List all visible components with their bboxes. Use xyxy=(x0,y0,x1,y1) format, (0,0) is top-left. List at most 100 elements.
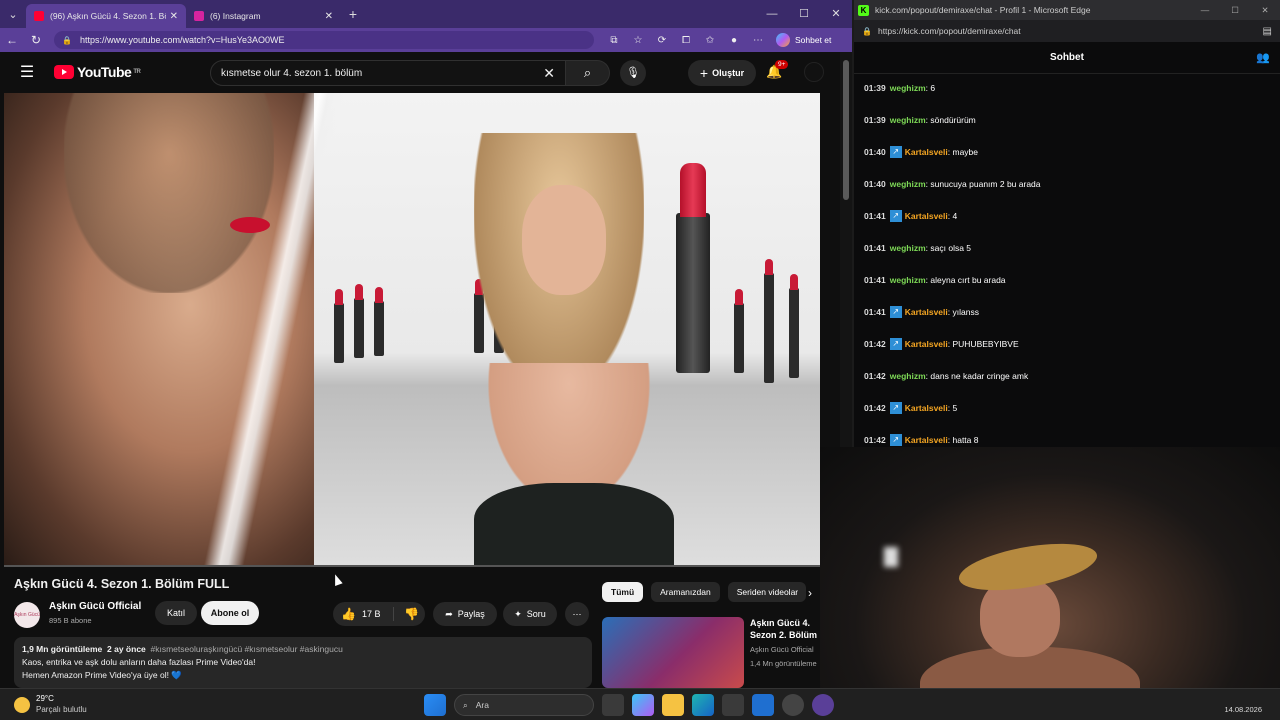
copilot-chat-button[interactable]: Sohbet et xyxy=(776,33,831,47)
new-tab-button[interactable]: + xyxy=(341,6,365,22)
extensions-icon[interactable]: ⟳ xyxy=(650,35,674,46)
recommended-video-title[interactable]: Aşkın Gücü 4. Sezon 2. Bölüm xyxy=(750,617,824,641)
description-box[interactable]: 1,9 Mn görüntüleme 2 ay önce #kısmetseol… xyxy=(14,637,592,688)
tab-list-dropdown-icon[interactable]: ⌄ xyxy=(0,0,26,28)
refresh-icon[interactable]: ↻ xyxy=(24,33,48,47)
youtube-favicon-icon xyxy=(34,11,44,21)
description-meta: 1,9 Mn görüntüleme 2 ay önce #kısmetseol… xyxy=(22,643,584,656)
message-username[interactable]: weghizm xyxy=(890,371,926,381)
share-icon: ➦ xyxy=(445,608,453,619)
join-button[interactable]: Katıl xyxy=(155,601,197,625)
app-icon[interactable] xyxy=(812,694,834,716)
video-frame-lips xyxy=(230,217,270,233)
edge-browser-icon[interactable] xyxy=(692,694,714,716)
like-dislike-group: 👍 17 B 👎 xyxy=(333,602,425,626)
ask-button[interactable]: ✦ Soru xyxy=(503,602,557,626)
close-tab-icon[interactable]: ✕ xyxy=(170,11,178,22)
lock-icon: 🔒 xyxy=(62,35,72,45)
chip-all[interactable]: Tümü xyxy=(602,582,644,602)
maximize-icon[interactable]: ☐ xyxy=(1220,5,1250,16)
maximize-icon[interactable]: ☐ xyxy=(788,0,820,28)
close-window-icon[interactable]: ✕ xyxy=(1250,5,1280,16)
message-text: 6 xyxy=(930,83,936,93)
message-username[interactable]: weghizm xyxy=(890,83,926,93)
account-avatar[interactable] xyxy=(804,62,824,82)
task-view-icon[interactable] xyxy=(602,694,624,716)
address-bar[interactable]: 🔒 https://kick.com/popout/demiraxe/chat … xyxy=(854,20,1280,42)
message-username[interactable]: weghizm xyxy=(890,275,926,285)
tab-instagram[interactable]: (6) Instagram ✕ xyxy=(186,4,341,28)
address-bar-icons: ⧉ ☆ ⟳ ⧠ ✩ ● ⋯ xyxy=(602,35,770,46)
message-username[interactable]: weghizm xyxy=(890,115,926,125)
message-username[interactable]: Kartalsveli xyxy=(905,307,948,317)
search-input[interactable]: kısmetse olur 4. sezon 1. bölüm ✕ xyxy=(210,60,566,86)
message-username[interactable]: weghizm xyxy=(890,243,926,253)
sparkle-icon: ✦ xyxy=(514,608,522,619)
subscriber-badge-icon: ↗ xyxy=(889,402,902,414)
back-icon[interactable]: ← xyxy=(0,33,24,47)
tab-title: (6) Instagram xyxy=(210,11,261,21)
message-username[interactable]: Kartalsveli xyxy=(905,339,948,349)
channel-name[interactable]: Aşkın Gücü Official xyxy=(49,601,141,612)
chip-from-search[interactable]: Aramanızdan xyxy=(651,582,720,602)
hashtags[interactable]: #kısmetseoluraşkıngücü #kısmetseolur #as… xyxy=(151,644,343,654)
lipstick-prop xyxy=(354,284,364,358)
message-time: 01:39 xyxy=(864,115,886,125)
favorites-icon[interactable]: ✩ xyxy=(698,35,722,46)
dislike-button[interactable]: 👎 xyxy=(393,607,419,621)
more-actions-button[interactable]: ⋯ xyxy=(565,602,589,626)
scrollbar-thumb[interactable] xyxy=(843,60,849,200)
message-username[interactable]: Kartalsveli xyxy=(905,147,948,157)
reader-icon[interactable]: ▤ xyxy=(1263,26,1272,37)
subscriber-badge-icon: ↗ xyxy=(889,338,902,350)
profile-icon[interactable]: ● xyxy=(722,35,746,46)
menu-icon[interactable]: ☰ xyxy=(0,62,54,82)
description-line-2: Hemen Amazon Prime Video'ya üye ol! 💙 xyxy=(22,670,182,680)
chat-message: 01:41 ↗ Kartalsveli: yılanss xyxy=(864,296,1274,328)
collections-icon[interactable]: ⧠ xyxy=(674,35,698,46)
message-username[interactable]: weghizm xyxy=(890,179,926,189)
recommended-video-thumbnail[interactable] xyxy=(602,617,744,688)
share-button[interactable]: ➦ Paylaş xyxy=(433,602,497,626)
message-time: 01:41 xyxy=(864,211,886,221)
search-button[interactable]: ⌕ xyxy=(566,60,610,86)
taskbar-search[interactable]: ⌕ Ara xyxy=(454,694,594,716)
close-window-icon[interactable]: ✕ xyxy=(820,0,852,28)
windows-start-icon[interactable] xyxy=(424,694,446,716)
chat-messages: 01:39 weghizm: 6 01:39 weghizm: söndürürüm 0… xyxy=(864,72,1274,456)
favorite-star-icon[interactable]: ☆ xyxy=(626,35,650,46)
store-icon[interactable] xyxy=(722,694,744,716)
minimize-icon[interactable]: — xyxy=(756,0,788,28)
subscribe-button[interactable]: Abone ol xyxy=(201,601,259,625)
channel-avatar[interactable]: Aşkın Gücü xyxy=(14,602,40,628)
split-screen-icon[interactable]: ⧉ xyxy=(602,35,626,46)
taskbar-apps: ⌕ Ara xyxy=(424,694,842,716)
users-icon[interactable]: 👥 xyxy=(1256,51,1270,64)
message-username[interactable]: Kartalsveli xyxy=(905,403,948,413)
voice-search-button[interactable]: 🎙 xyxy=(620,60,646,86)
clear-search-icon[interactable]: ✕ xyxy=(543,65,555,82)
youtube-logo[interactable]: YouTube TR xyxy=(54,64,141,80)
like-button[interactable]: 👍 17 B xyxy=(341,607,393,621)
url-field[interactable]: 🔒 https://www.youtube.com/watch?v=HusYe3… xyxy=(54,31,594,49)
tab-youtube[interactable]: (96) Aşkın Gücü 4. Sezon 1. Bölüm ✕ xyxy=(26,4,186,28)
chevron-right-icon[interactable]: › xyxy=(808,586,812,600)
subscriber-badge-icon: ↗ xyxy=(889,146,902,158)
chip-series[interactable]: Seriden videolar xyxy=(727,582,806,602)
thumbs-up-icon: 👍 xyxy=(341,607,356,621)
file-explorer-icon[interactable] xyxy=(662,694,684,716)
message-username[interactable]: Kartalsveli xyxy=(905,211,948,221)
notifications-button[interactable]: 🔔 9+ xyxy=(766,60,789,80)
plus-icon: + xyxy=(699,65,709,81)
mail-icon[interactable] xyxy=(752,694,774,716)
message-username[interactable]: Kartalsveli xyxy=(905,435,948,445)
create-button[interactable]: + Oluştur xyxy=(688,60,756,86)
message-time: 01:41 xyxy=(864,243,886,253)
more-icon[interactable]: ⋯ xyxy=(746,35,770,46)
minimize-icon[interactable]: — xyxy=(1190,5,1220,16)
video-player[interactable] xyxy=(4,93,820,565)
copilot-app-icon[interactable] xyxy=(632,694,654,716)
weather-widget[interactable]: 29°C Parçalı bulutlu xyxy=(14,694,87,715)
close-tab-icon[interactable]: ✕ xyxy=(325,11,333,22)
obs-icon[interactable] xyxy=(782,694,804,716)
